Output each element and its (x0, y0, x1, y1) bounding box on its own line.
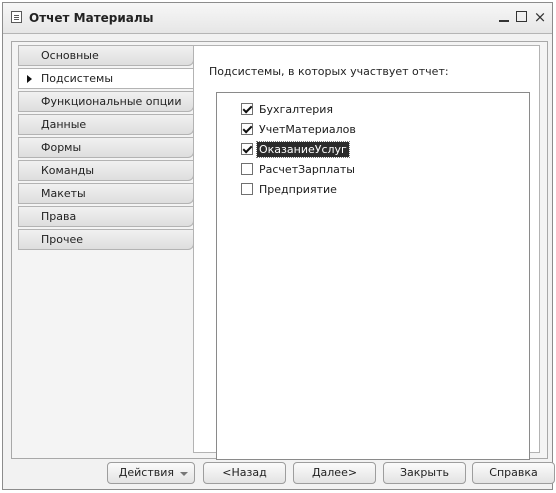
chevron-down-icon (180, 472, 188, 476)
section-tabs: Основные Подсистемы Функциональные опции… (18, 45, 194, 252)
minimize-button[interactable] (496, 9, 512, 25)
tab-label: Прочее (41, 233, 84, 246)
report-icon (11, 11, 22, 23)
checkbox[interactable] (241, 123, 253, 135)
help-button[interactable]: Справка (472, 462, 555, 484)
properties-content: Основные Подсистемы Функциональные опции… (11, 41, 548, 460)
window-title: Отчет Материалы (29, 11, 154, 25)
minimize-icon (499, 20, 509, 22)
tab-dannye[interactable]: Данные (18, 114, 194, 135)
actions-label: Действия (118, 466, 174, 479)
item-label: Предприятие (259, 183, 337, 196)
tab-label: Основные (41, 49, 99, 62)
tab-prava[interactable]: Права (18, 206, 194, 227)
checkbox[interactable] (241, 103, 253, 115)
next-button[interactable]: Далее> (293, 462, 376, 484)
item-label: УчетМатериалов (259, 123, 356, 136)
tab-prochee[interactable]: Прочее (18, 229, 194, 250)
button-bar: Действия <Назад Далее> Закрыть Справка (3, 457, 555, 489)
current-tab-arrow-icon (27, 75, 32, 83)
maximize-icon (516, 11, 527, 22)
close-button[interactable]: Закрыть (383, 462, 466, 484)
actions-button[interactable]: Действия (107, 462, 195, 484)
tab-label: Права (41, 210, 77, 223)
tab-label: Команды (41, 164, 95, 177)
tab-label: Данные (41, 118, 87, 131)
item-label: Бухгалтерия (259, 103, 334, 116)
tab-label: Подсистемы (41, 72, 114, 85)
checkbox[interactable] (241, 183, 253, 195)
tab-label: Формы (41, 141, 82, 154)
tab-komandy[interactable]: Команды (18, 160, 194, 181)
back-button[interactable]: <Назад (203, 462, 286, 484)
report-properties-window: Отчет Материалы × Основные Подсистемы Фу… (2, 2, 555, 490)
tab-makety[interactable]: Макеты (18, 183, 194, 204)
subsystems-list[interactable]: Бухгалтерия УчетМатериалов ОказаниеУслуг… (216, 92, 530, 460)
tab-funktsionalnye-optsii[interactable]: Функциональные опции (18, 91, 194, 112)
subsystems-panel: Подсистемы, в которых участвует отчет: Б… (193, 45, 540, 460)
tab-podsistemy[interactable]: Подсистемы (18, 68, 194, 89)
item-label: ОказаниеУслуг (256, 141, 350, 158)
checkbox[interactable] (241, 143, 253, 155)
title-bar: Отчет Материалы × (3, 3, 552, 34)
tab-formy[interactable]: Формы (18, 137, 194, 158)
tab-label: Функциональные опции (41, 95, 182, 108)
item-label: РасчетЗарплаты (259, 163, 355, 176)
tab-label: Макеты (41, 187, 86, 200)
close-window-button[interactable]: × (532, 9, 548, 25)
checkbox[interactable] (241, 163, 253, 175)
maximize-button[interactable] (514, 9, 530, 25)
tab-osnovnye[interactable]: Основные (18, 45, 194, 66)
subsystems-label: Подсистемы, в которых участвует отчет: (209, 65, 449, 78)
